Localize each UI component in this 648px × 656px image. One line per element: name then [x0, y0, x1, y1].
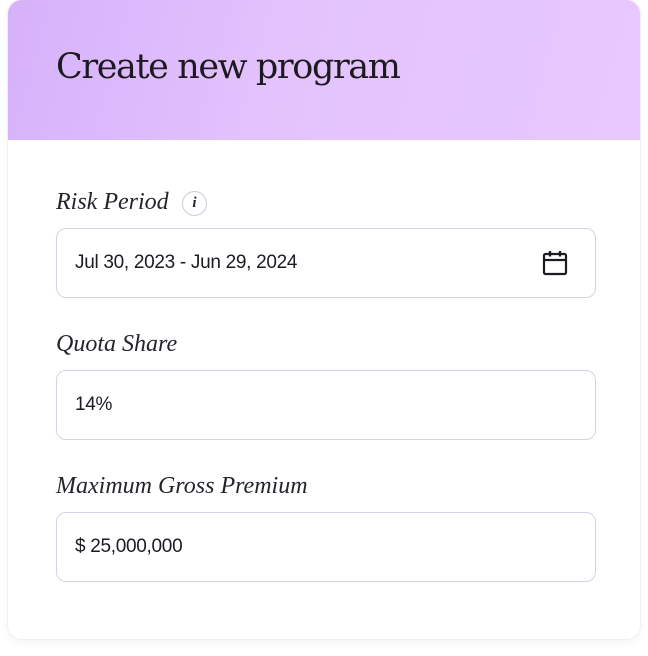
calendar-icon[interactable]	[541, 249, 569, 277]
max-gross-premium-label: Maximum Gross Premium	[56, 473, 308, 499]
risk-period-label: Risk Period	[56, 189, 169, 215]
risk-period-input[interactable]	[75, 229, 515, 297]
max-gross-premium-field[interactable]	[56, 512, 596, 582]
quota-share-field[interactable]	[56, 370, 596, 440]
risk-period-field[interactable]	[56, 228, 596, 298]
card-header: Create new program	[8, 0, 640, 140]
page-title: Create new program	[56, 47, 401, 87]
info-icon[interactable]: i	[182, 191, 207, 216]
create-program-card: Create new program Risk Period i Quota S…	[8, 0, 640, 639]
max-gross-premium-input[interactable]	[75, 513, 515, 581]
quota-share-input[interactable]	[75, 371, 515, 439]
quota-share-label: Quota Share	[56, 331, 178, 357]
